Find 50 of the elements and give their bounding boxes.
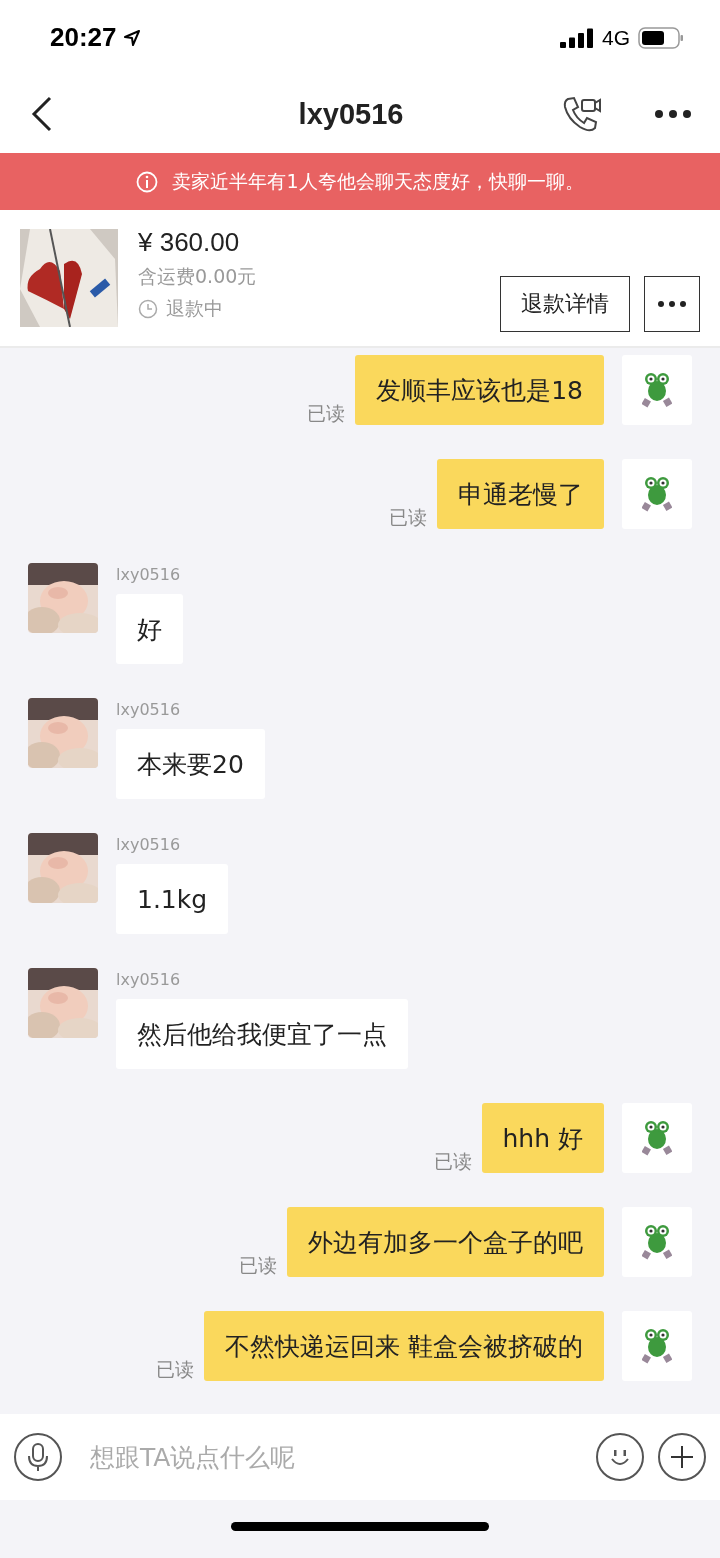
sender-name: lxy0516 bbox=[116, 565, 181, 584]
user-avatar[interactable] bbox=[622, 459, 692, 529]
message-bubble: hhh 好 bbox=[481, 1103, 604, 1173]
user-avatar[interactable] bbox=[622, 355, 692, 425]
info-icon bbox=[136, 170, 159, 193]
frog-icon bbox=[642, 476, 672, 512]
notice-text: 卖家近半年有1人夸他会聊天态度好，快聊一聊。 bbox=[172, 168, 584, 194]
plus-icon bbox=[669, 1444, 695, 1470]
status-time: 20:27 bbox=[50, 22, 117, 53]
emoji-button[interactable] bbox=[596, 1433, 644, 1481]
message-bubble: 1.1kg bbox=[116, 864, 229, 934]
signal-icon bbox=[560, 27, 594, 48]
product-price: ¥ 360.00 bbox=[138, 226, 241, 258]
message-bubble: 申通老慢了 bbox=[437, 459, 604, 529]
message-bubble: 不然快递运回来 鞋盒会被挤破的 bbox=[204, 1311, 604, 1381]
frog-icon bbox=[642, 1120, 672, 1156]
frog-icon bbox=[642, 372, 672, 408]
more-icon bbox=[657, 300, 687, 308]
shipping-text: 含运费0.00元 bbox=[138, 263, 258, 289]
voice-button[interactable] bbox=[14, 1433, 62, 1481]
location-arrow-icon bbox=[122, 28, 141, 47]
sender-name: lxy0516 bbox=[116, 970, 181, 989]
frog-icon bbox=[642, 1224, 672, 1260]
read-receipt: 已读 bbox=[389, 505, 427, 530]
refund-status: 退款中 bbox=[166, 295, 223, 321]
more-button[interactable] bbox=[654, 109, 692, 119]
add-button[interactable] bbox=[658, 1433, 706, 1481]
read-receipt: 已读 bbox=[307, 401, 346, 426]
microphone-icon bbox=[28, 1442, 48, 1472]
read-receipt: 已读 bbox=[239, 1253, 277, 1278]
read-receipt: 已读 bbox=[156, 1357, 195, 1382]
user-avatar[interactable] bbox=[622, 1207, 692, 1277]
message-bubble: 本来要20 bbox=[116, 729, 265, 799]
user-avatar[interactable] bbox=[622, 1103, 692, 1173]
back-button[interactable] bbox=[30, 95, 54, 133]
chat-title: lxy0516 bbox=[298, 97, 404, 131]
read-receipt: 已读 bbox=[433, 1149, 472, 1174]
sender-name: lxy0516 bbox=[116, 700, 181, 719]
user-avatar[interactable] bbox=[622, 1311, 692, 1381]
product-more-button[interactable] bbox=[644, 276, 700, 332]
battery-icon bbox=[638, 26, 684, 49]
frog-icon bbox=[642, 1328, 672, 1364]
message-bubble: 然后他给我便宜了一点 bbox=[116, 999, 408, 1069]
refund-details-button[interactable]: 退款详情 bbox=[500, 276, 630, 332]
message-bubble: 好 bbox=[116, 594, 183, 664]
message-bubble: 发顺丰应该也是18 bbox=[355, 355, 604, 425]
sender-name: lxy0516 bbox=[116, 835, 181, 854]
network-label: 4G bbox=[602, 25, 630, 50]
message-bubble: 外边有加多一个盒子的吧 bbox=[287, 1207, 604, 1277]
clock-icon bbox=[138, 298, 158, 319]
